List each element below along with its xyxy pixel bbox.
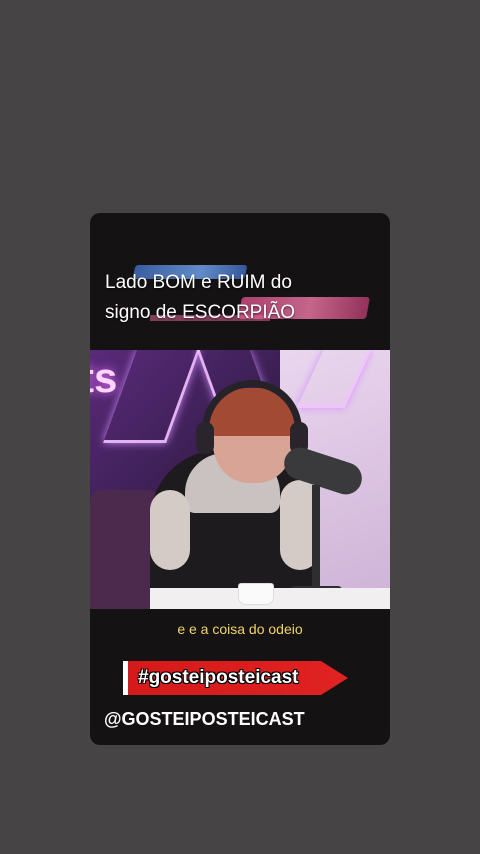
neon-light: [103, 350, 200, 443]
neon-logo-sign: ts: [90, 354, 118, 401]
video-subtitle: e e a coisa do odeio: [177, 621, 303, 637]
mug: [238, 583, 274, 605]
hashtag-banner-stripe: [123, 661, 128, 695]
story-card[interactable]: Lado BOM e RUIM do signo de ESCORPIÃO ts…: [90, 213, 390, 745]
title-line-2: signo de ESCORPIÃO: [105, 302, 296, 323]
headphone-ear-left: [196, 422, 214, 454]
title-line-1: Lado BOM e RUIM do: [105, 272, 292, 293]
account-handle[interactable]: @GOSTEIPOSTEICAST: [104, 709, 305, 730]
hashtag-label[interactable]: #gosteiposteicast: [138, 667, 299, 689]
title-area: Lado BOM e RUIM do signo de ESCORPIÃO: [90, 213, 390, 350]
person-arm-left: [150, 490, 190, 570]
video-frame[interactable]: ts: [90, 350, 390, 609]
microphone-stand: [312, 485, 320, 595]
